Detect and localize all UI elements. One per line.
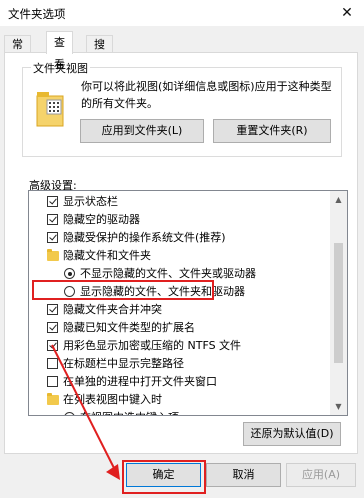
tree-item: 在列表视图中键入时	[29, 391, 329, 409]
tree-item-label: 隐藏受保护的操作系统文件(推荐)	[63, 231, 226, 244]
folder-options-dialog: 文件夹选项 ✕ 常规 查看 搜索 文件夹视图 你可以将	[0, 0, 364, 498]
tree-item-label: 隐藏空的驱动器	[63, 213, 140, 226]
extension-highlight-box	[32, 280, 214, 300]
checkbox[interactable]	[47, 232, 58, 243]
title-bar: 文件夹选项 ✕	[0, 0, 364, 26]
tree-scrollbar[interactable]: ▲ ▼	[330, 191, 347, 415]
checkbox[interactable]	[47, 196, 58, 207]
tree-item[interactable]: 在视图中选中键入项	[29, 409, 329, 415]
tree-item-label: 在列表视图中键入时	[63, 393, 162, 406]
apply-to-folders-button[interactable]: 应用到文件夹(L)	[80, 119, 204, 143]
apply-button[interactable]: 应用(A)	[286, 463, 356, 487]
tab-view[interactable]: 查看	[46, 31, 73, 71]
folder-views-description: 你可以将此视图(如详细信息或图标)应用于这种类型的所有文件夹。	[81, 80, 332, 110]
folder-icon	[47, 393, 59, 405]
tree-item-label: 在标题栏中显示完整路径	[63, 357, 184, 370]
radio-button[interactable]	[64, 268, 75, 279]
tree-item[interactable]: 在单独的进程中打开文件夹窗口	[29, 373, 329, 391]
reset-folders-button[interactable]: 重置文件夹(R)	[213, 119, 331, 143]
close-icon[interactable]: ✕	[336, 3, 358, 23]
checkbox[interactable]	[47, 322, 58, 333]
tree-item-label: 隐藏已知文件类型的扩展名	[63, 321, 195, 334]
tree-item-label: 隐藏文件和文件夹	[63, 249, 151, 262]
tree-item-label: 隐藏文件夹合并冲突	[63, 303, 162, 316]
tree-item[interactable]: 隐藏已知文件类型的扩展名	[29, 319, 329, 337]
ok-highlight-box	[122, 460, 206, 494]
view-tab-panel: 文件夹视图 你可以将此视图(如详细信息或图标)应用于这种类型的所有文件夹。 应用…	[4, 52, 358, 454]
tree-item[interactable]: 隐藏受保护的操作系统文件(推荐)	[29, 229, 329, 247]
tree-item: 隐藏文件和文件夹	[29, 247, 329, 265]
tree-item[interactable]: 隐藏空的驱动器	[29, 211, 329, 229]
tree-item-label: 用彩色显示加密或压缩的 NTFS 文件	[63, 339, 242, 352]
checkbox[interactable]	[47, 304, 58, 315]
radio-button[interactable]	[64, 412, 75, 415]
tree-item[interactable]: 用彩色显示加密或压缩的 NTFS 文件	[29, 337, 329, 355]
tree-item[interactable]: 显示状态栏	[29, 193, 329, 211]
checkbox[interactable]	[47, 340, 58, 351]
checkbox[interactable]	[47, 214, 58, 225]
checkbox[interactable]	[47, 358, 58, 369]
window-title: 文件夹选项	[8, 7, 66, 21]
advanced-settings-tree: 显示状态栏 隐藏空的驱动器 隐藏受保护的操作系统文件(推荐) 隐藏文件和文件夹 不显示隐…	[28, 190, 348, 416]
folder-views-group: 文件夹视图 你可以将此视图(如详细信息或图标)应用于这种类型的所有文件夹。 应用…	[22, 60, 342, 157]
tree-item[interactable]: 在标题栏中显示完整路径	[29, 355, 329, 373]
folder-view-icon	[35, 90, 65, 128]
tree-item-label: 显示状态栏	[63, 195, 118, 208]
cancel-button[interactable]: 取消	[206, 463, 281, 487]
scroll-down-icon[interactable]: ▼	[330, 398, 347, 415]
tree-item-label: 在视图中选中键入项	[80, 409, 179, 415]
checkbox[interactable]	[47, 376, 58, 387]
tree-item[interactable]: 隐藏文件夹合并冲突	[29, 301, 329, 319]
folder-icon	[47, 249, 59, 261]
scroll-thumb[interactable]	[334, 243, 343, 363]
restore-defaults-button[interactable]: 还原为默认值(D)	[243, 422, 341, 446]
scroll-up-icon[interactable]: ▲	[330, 191, 347, 208]
tree-item-label: 在单独的进程中打开文件夹窗口	[63, 375, 217, 388]
